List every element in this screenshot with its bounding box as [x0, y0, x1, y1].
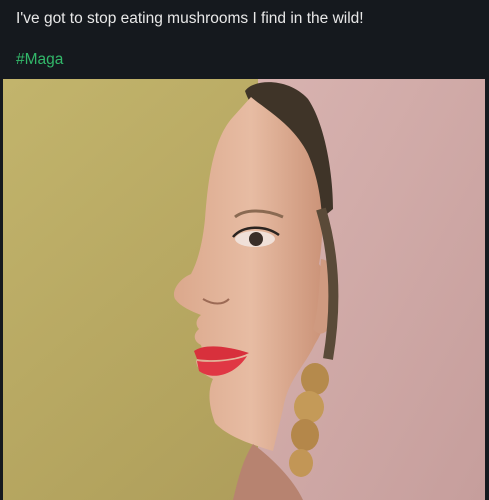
post-image[interactable] [3, 79, 485, 500]
hashtag-link[interactable]: #Maga [16, 50, 63, 70]
optical-illusion-face-image [3, 79, 485, 500]
post-text: I've got to stop eating mushrooms I find… [16, 10, 364, 27]
iris [249, 232, 263, 246]
